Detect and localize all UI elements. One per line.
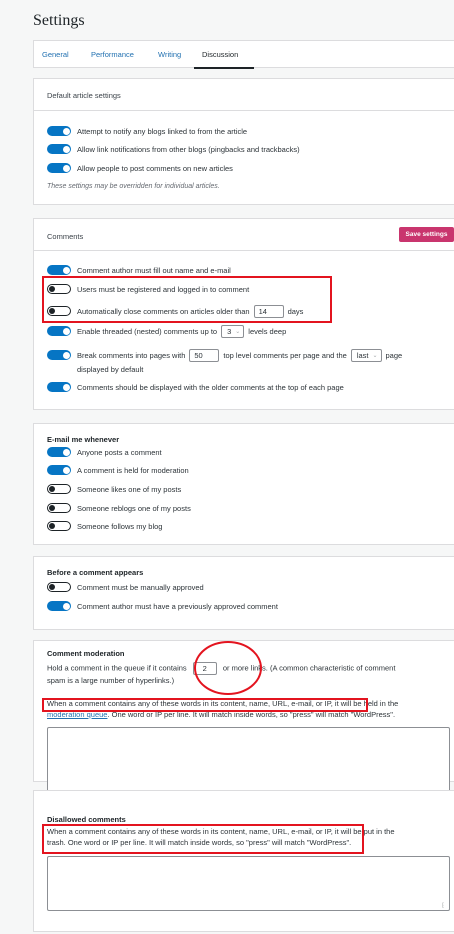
active-tab-indicator	[194, 67, 254, 69]
email-likes-toggle[interactable]	[47, 484, 71, 494]
moderation-heading: Comment moderation	[47, 649, 125, 658]
email-held-row[interactable]: A comment is held for moderation	[47, 464, 189, 476]
before-comment-card: Before a comment appears Comment must be…	[33, 556, 454, 630]
highlight-box-moderation-words	[42, 698, 368, 712]
highlight-box-registration	[42, 276, 332, 323]
highlight-oval-links	[194, 641, 262, 695]
manual-approve-row[interactable]: Comment must be manually approved	[47, 581, 204, 593]
highlight-box-disallowed-words	[42, 824, 364, 854]
tab-performance[interactable]: Performance	[91, 50, 134, 59]
resize-handle-icon[interactable]: ⁅	[442, 903, 448, 909]
email-likes-row[interactable]: Someone likes one of my posts	[47, 483, 181, 495]
email-any-comment-toggle[interactable]	[47, 447, 71, 457]
threaded-toggle[interactable]	[47, 326, 71, 336]
author-info-row[interactable]: Comment author must fill out name and e-…	[47, 264, 231, 276]
previously-approved-toggle[interactable]	[47, 601, 71, 611]
disallowed-card: Disallowed comments When a comment conta…	[33, 790, 454, 932]
allow-comments-toggle[interactable]	[47, 163, 71, 173]
comment-order-toggle[interactable]	[47, 382, 71, 392]
paging-line2: displayed by default	[77, 365, 144, 374]
email-held-toggle[interactable]	[47, 465, 71, 475]
allow-comments-row[interactable]: Allow people to post comments on new art…	[47, 162, 233, 174]
paging-toggle[interactable]	[47, 350, 71, 360]
previously-approved-row[interactable]: Comment author must have a previously ap…	[47, 600, 278, 612]
comments-per-page-input[interactable]: 50	[189, 348, 220, 362]
disallowed-keys-textarea[interactable]: ⁅	[47, 856, 450, 911]
notify-blogs-toggle[interactable]	[47, 126, 71, 136]
default-article-card: Default article settings Attempt to noti…	[33, 78, 454, 205]
comments-heading: Comments	[47, 232, 84, 241]
manual-approve-toggle[interactable]	[47, 582, 71, 592]
override-note: These settings may be overridden for ind…	[47, 183, 220, 190]
tab-discussion[interactable]: Discussion	[202, 50, 238, 59]
tab-bar: General Performance Writing Discussion	[33, 40, 454, 69]
before-comment-heading: Before a comment appears	[47, 568, 144, 577]
tab-general[interactable]: General	[42, 50, 69, 59]
email-follows-row[interactable]: Someone follows my blog	[47, 520, 162, 532]
email-follows-toggle[interactable]	[47, 521, 71, 531]
author-info-toggle[interactable]	[47, 265, 71, 275]
chevron-down-icon: ⌄	[372, 352, 378, 359]
email-any-comment-row[interactable]: Anyone posts a comment	[47, 446, 162, 458]
thread-depth-select[interactable]: 3 ⌄	[221, 324, 245, 338]
default-article-heading: Default article settings	[47, 91, 121, 100]
email-card: E-mail me whenever Anyone posts a commen…	[33, 423, 454, 545]
link-notifications-row[interactable]: Allow link notifications from other blog…	[47, 143, 300, 155]
chevron-down-icon: ⌄	[235, 328, 241, 335]
notify-blogs-row[interactable]: Attempt to notify any blogs linked to fr…	[47, 125, 247, 137]
comment-order-row[interactable]: Comments should be displayed with the ol…	[47, 381, 344, 393]
page-title: Settings	[33, 12, 85, 29]
link-notifications-toggle[interactable]	[47, 144, 71, 154]
email-reblogs-row[interactable]: Someone reblogs one of my posts	[47, 502, 191, 514]
save-settings-button[interactable]: Save settings	[399, 227, 454, 242]
tab-writing[interactable]: Writing	[158, 50, 181, 59]
email-reblogs-toggle[interactable]	[47, 503, 71, 513]
paging-row[interactable]: Break comments into pages with 50 top le…	[47, 348, 402, 362]
disallowed-heading: Disallowed comments	[47, 815, 126, 824]
threaded-row[interactable]: Enable threaded (nested) comments up to …	[47, 324, 286, 338]
default-page-select[interactable]: last ⌄	[350, 348, 382, 362]
email-heading: E-mail me whenever	[47, 435, 120, 444]
